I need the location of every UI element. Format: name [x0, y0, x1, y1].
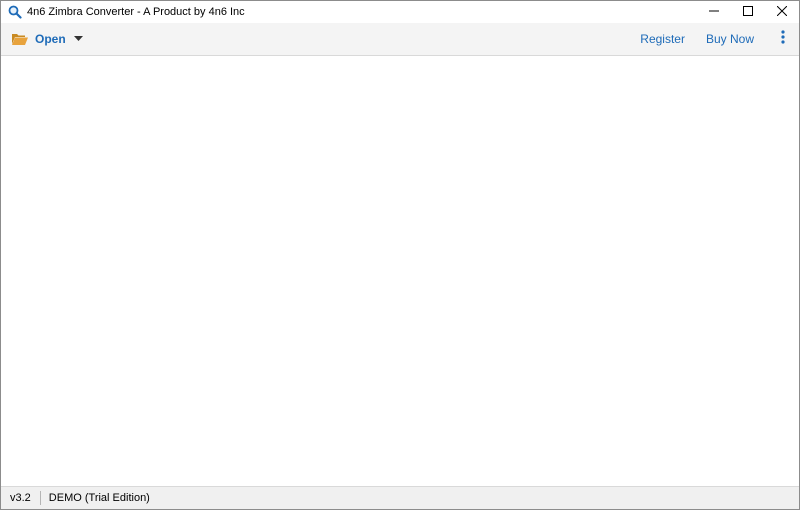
edition-label: DEMO (Trial Edition) — [48, 492, 150, 504]
more-options-button[interactable] — [772, 26, 794, 52]
toolbar: Open Register Buy Now — [1, 23, 799, 56]
vertical-ellipsis-icon — [781, 29, 785, 49]
toolbar-actions: Register Buy Now — [640, 23, 799, 55]
close-icon — [776, 3, 788, 21]
title-bar[interactable]: 4n6 Zimbra Converter - A Product by 4n6 … — [1, 1, 799, 23]
minimize-icon — [709, 3, 719, 21]
open-label: Open — [35, 32, 66, 46]
window-controls — [697, 1, 799, 23]
status-bar: v3.2 DEMO (Trial Edition) — [1, 486, 799, 509]
magnifier-icon — [7, 4, 23, 20]
app-window: 4n6 Zimbra Converter - A Product by 4n6 … — [0, 0, 800, 510]
maximize-icon — [743, 3, 753, 21]
maximize-button[interactable] — [731, 1, 765, 23]
version-label: v3.2 — [10, 492, 31, 504]
caret-down-icon[interactable] — [73, 36, 83, 42]
close-button[interactable] — [765, 1, 799, 23]
open-button[interactable]: Open — [11, 26, 83, 52]
minimize-button[interactable] — [697, 1, 731, 23]
window-title: 4n6 Zimbra Converter - A Product by 4n6 … — [27, 6, 245, 18]
buy-now-button[interactable]: Buy Now — [706, 32, 754, 46]
folder-open-icon — [11, 32, 29, 46]
register-button[interactable]: Register — [640, 32, 685, 46]
main-content-area — [1, 56, 799, 488]
